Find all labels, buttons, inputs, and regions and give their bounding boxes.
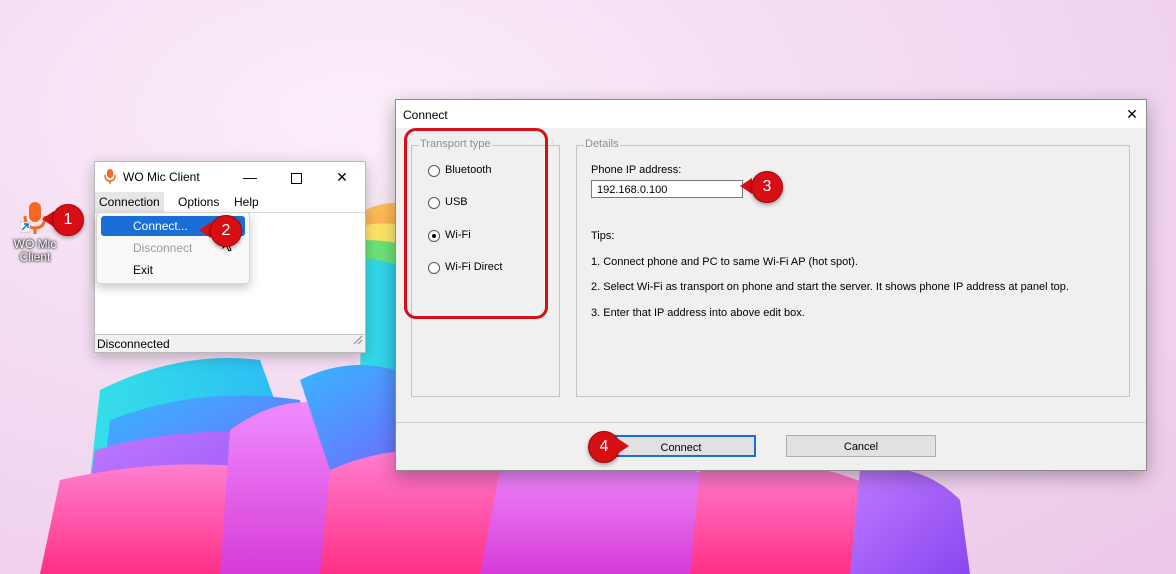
wo-mic-titlebar[interactable]: WO Mic Client — ✕ [95, 162, 365, 192]
menu-help[interactable]: Help [234, 195, 259, 209]
details-legend: Details [584, 138, 620, 150]
minimize-button[interactable]: — [227, 162, 273, 192]
step-3-badge: 3 [751, 171, 783, 203]
menu-item-exit-label: Exit [133, 263, 154, 277]
menu-item-disconnect-label: Disconnect [133, 241, 193, 255]
phone-ip-value: 192.168.0.100 [597, 184, 668, 196]
shortcut-label-line2: Client [19, 250, 51, 264]
transport-highlight-box [404, 128, 548, 319]
step-4-badge: 4 [588, 431, 620, 463]
app-mic-icon [104, 169, 116, 188]
close-button[interactable]: ✕ [319, 162, 365, 192]
menu-connection[interactable]: Connection [95, 192, 164, 212]
desktop: WO Mic Client WO Mic Client — ✕ Connecti… [0, 0, 1176, 574]
status-text: Disconnected [97, 337, 170, 351]
step-4-pointer [617, 438, 629, 454]
connect-dialog-title: Connect [403, 108, 448, 122]
menu-item-exit[interactable]: Exit [101, 260, 245, 280]
wo-mic-menubar: Connection Options Help [95, 192, 365, 213]
menu-item-connect-label: Connect... [133, 219, 188, 233]
dialog-close-button[interactable]: ✕ [1118, 100, 1146, 128]
maximize-icon [290, 172, 302, 184]
connect-dialog-titlebar[interactable]: Connect ✕ [396, 100, 1146, 128]
status-bar: Disconnected [95, 334, 365, 352]
phone-ip-input[interactable]: 192.168.0.100 [591, 180, 743, 198]
step-2-badge: 2 [210, 215, 242, 247]
resize-grip-icon[interactable] [351, 332, 363, 350]
wo-mic-window-title: WO Mic Client [123, 170, 200, 184]
tip-3: 3. Enter that IP address into above edit… [591, 307, 805, 319]
step-1-badge: 1 [52, 204, 84, 236]
tips-heading: Tips: [591, 230, 615, 242]
dialog-separator [396, 422, 1146, 423]
details-group: Details Phone IP address: 192.168.0.100 … [576, 138, 1130, 397]
maximize-button[interactable] [273, 162, 319, 192]
tip-1: 1. Connect phone and PC to same Wi-Fi AP… [591, 256, 858, 268]
wo-mic-desktop-shortcut[interactable]: WO Mic Client [8, 200, 62, 264]
cancel-button[interactable]: Cancel [786, 435, 936, 457]
tip-2: 2. Select Wi-Fi as transport on phone an… [591, 281, 1069, 293]
phone-ip-label: Phone IP address: [591, 164, 682, 176]
menu-options[interactable]: Options [178, 195, 219, 209]
